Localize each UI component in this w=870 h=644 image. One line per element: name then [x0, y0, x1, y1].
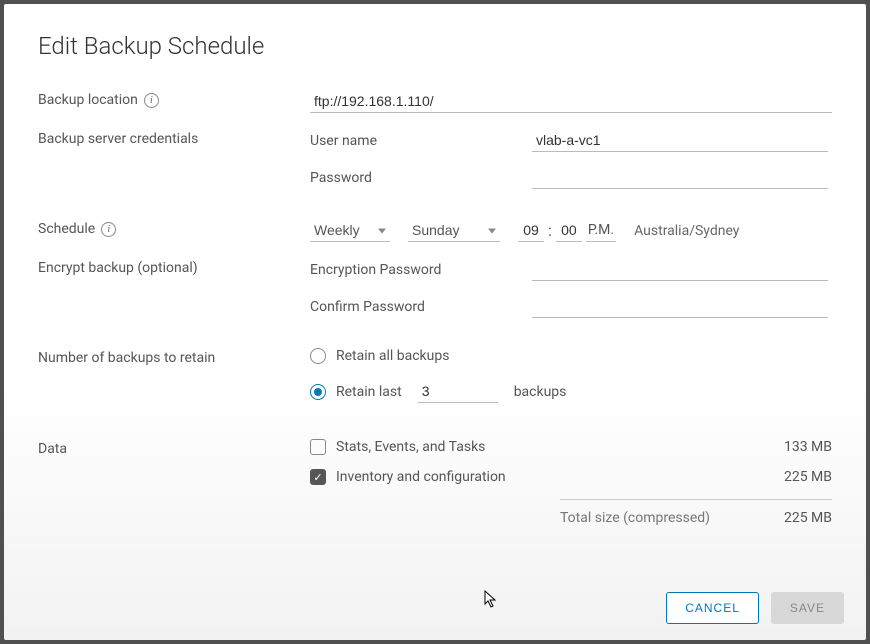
total-row: Total size (compressed) 225 MB	[560, 499, 832, 526]
modal-title: Edit Backup Schedule	[38, 32, 832, 60]
modal-footer: CANCEL SAVE	[4, 580, 866, 640]
stats-checkbox[interactable]	[310, 439, 326, 455]
ampm-toggle[interactable]: P.M.	[586, 219, 616, 242]
data-item-stats: Stats, Events, and Tasks 133 MB	[310, 439, 832, 455]
row-retain: Number of backups to retain Retain all b…	[38, 348, 832, 419]
hour-input[interactable]	[518, 219, 544, 242]
info-icon[interactable]: i	[144, 93, 159, 108]
timezone-label: Australia/Sydney	[634, 223, 739, 239]
edit-backup-schedule-modal: Edit Backup Schedule Backup location i B…	[4, 4, 866, 640]
row-data: Data Stats, Events, and Tasks 133 MB Inv…	[38, 439, 832, 526]
save-button[interactable]: SAVE	[771, 592, 844, 624]
retain-last-radio[interactable]	[310, 384, 326, 400]
label-backup-location: Backup location i	[38, 90, 310, 108]
data-item-inventory: Inventory and configuration 225 MB	[310, 469, 832, 485]
frequency-select[interactable]: Weekly	[310, 219, 390, 242]
label-enc-password: Encryption Password	[310, 262, 532, 278]
label-enc-confirm: Confirm Password	[310, 299, 532, 315]
row-schedule: Schedule i Weekly Sunday	[38, 219, 832, 242]
inventory-checkbox[interactable]	[310, 469, 326, 485]
minute-input[interactable]	[556, 219, 582, 242]
row-credentials: Backup server credentials User name Pass…	[38, 129, 832, 203]
label-schedule: Schedule i	[38, 219, 310, 237]
modal-content: Edit Backup Schedule Backup location i B…	[4, 4, 866, 580]
cancel-button[interactable]: CANCEL	[666, 592, 759, 624]
label-username: User name	[310, 133, 532, 149]
password-input[interactable]	[532, 166, 828, 189]
retain-last-label: Retain last	[336, 384, 402, 400]
retain-all-radio[interactable]	[310, 348, 326, 364]
row-encrypt: Encrypt backup (optional) Encryption Pas…	[38, 258, 832, 332]
row-backup-location: Backup location i	[38, 90, 832, 113]
day-select[interactable]: Sunday	[408, 219, 500, 242]
label-password: Password	[310, 170, 532, 186]
encryption-password-input[interactable]	[532, 258, 828, 281]
backups-suffix: backups	[514, 384, 567, 400]
retain-all-label: Retain all backups	[336, 348, 449, 364]
label-data: Data	[38, 439, 310, 457]
label-credentials: Backup server credentials	[38, 129, 310, 147]
backup-location-input[interactable]	[310, 90, 832, 113]
time-group: : P.M.	[518, 219, 616, 242]
label-encrypt: Encrypt backup (optional)	[38, 258, 310, 276]
total-label: Total size (compressed)	[560, 510, 710, 526]
username-input[interactable]	[532, 129, 828, 152]
time-colon: :	[548, 221, 552, 240]
label-retain: Number of backups to retain	[38, 348, 310, 366]
retain-count-input[interactable]	[418, 380, 498, 403]
info-icon[interactable]: i	[101, 222, 116, 237]
confirm-password-input[interactable]	[532, 295, 828, 318]
total-size: 225 MB	[742, 510, 832, 526]
